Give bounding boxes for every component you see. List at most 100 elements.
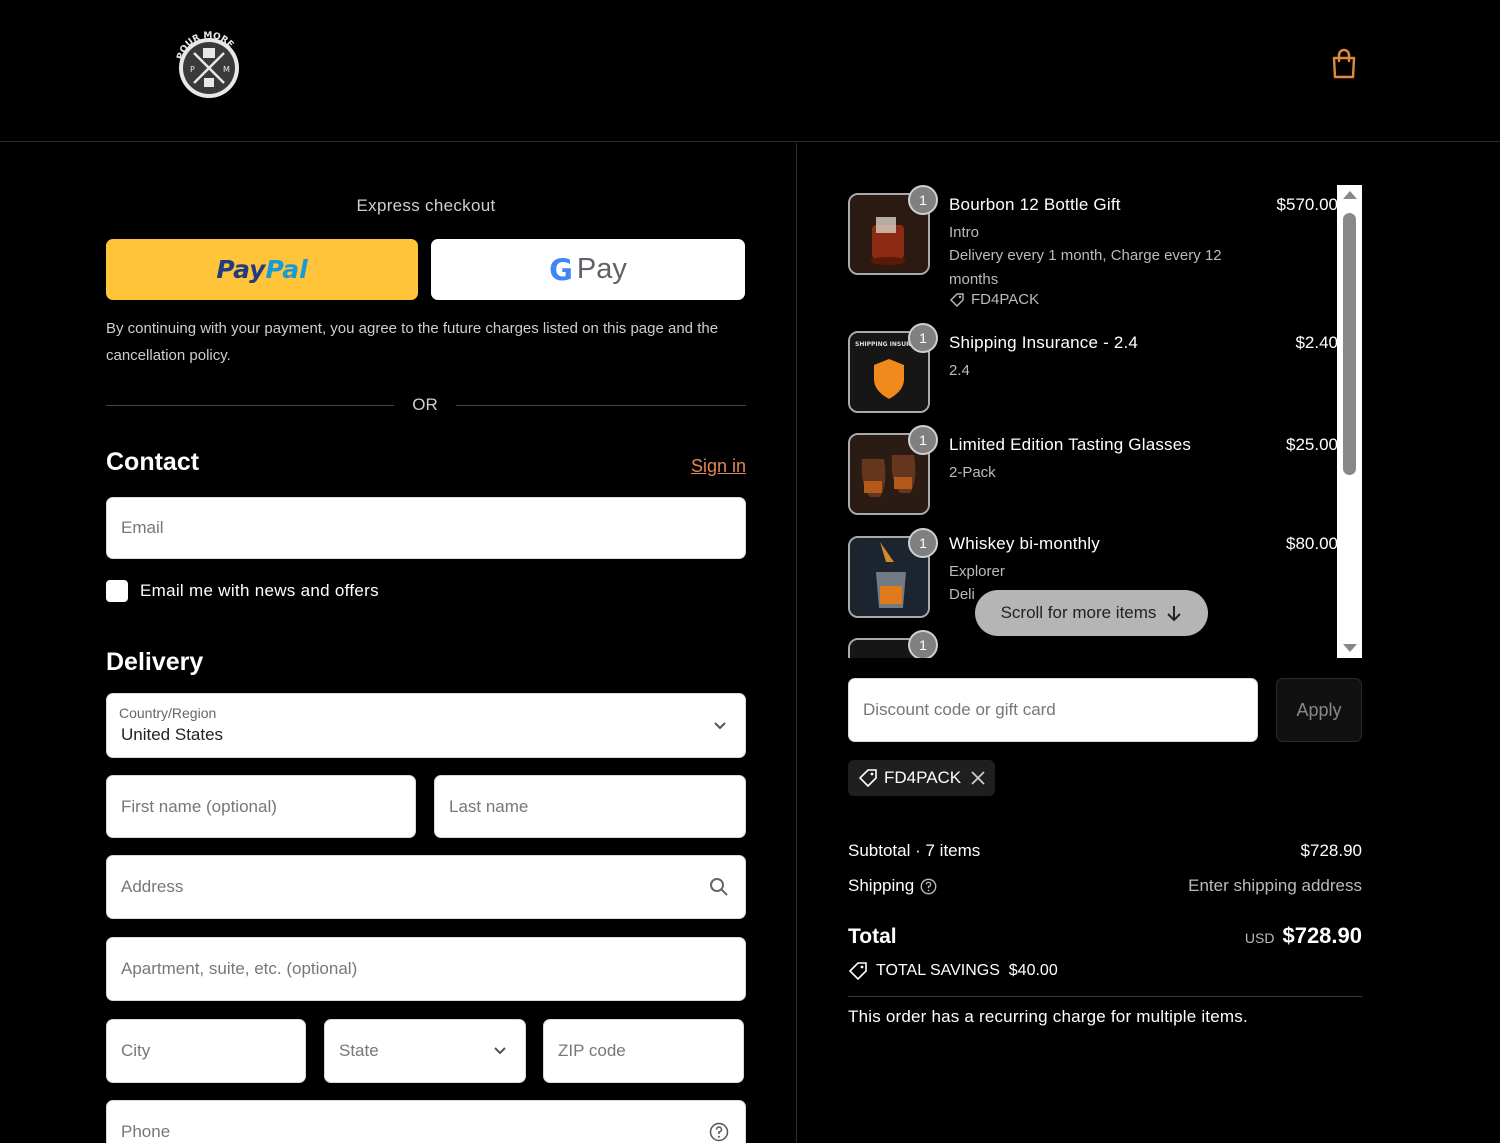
shipping-label: Shipping bbox=[848, 876, 915, 895]
newsletter-option[interactable]: Email me with news and offers bbox=[106, 580, 379, 602]
item-discount-code: FD4PACK bbox=[971, 291, 1040, 308]
item-variant: Intro bbox=[949, 224, 980, 241]
paypal-button[interactable]: Pay Pal bbox=[106, 239, 418, 300]
cart-item: SHIPPING INSURA 1 Shipping Insurance - 2… bbox=[848, 323, 1338, 419]
quantity-badge: 1 bbox=[908, 323, 938, 353]
shopping-bag-icon[interactable] bbox=[1329, 48, 1359, 80]
help-icon[interactable] bbox=[709, 1122, 729, 1142]
scroll-for-more-button[interactable]: Scroll for more items bbox=[975, 590, 1208, 636]
email-field[interactable] bbox=[106, 497, 746, 559]
pour-more-logo[interactable]: POUR MORE P M bbox=[172, 28, 246, 102]
total-value: $728.90 bbox=[1282, 923, 1362, 948]
item-name: Whiskey bi-monthly bbox=[949, 534, 1100, 553]
city-input[interactable] bbox=[107, 1020, 305, 1082]
cart-items-list[interactable]: 1 Bourbon 12 Bottle Gift Intro Delivery … bbox=[848, 185, 1362, 658]
country-label: Country/Region bbox=[119, 705, 217, 721]
total-label: Total bbox=[848, 925, 897, 948]
cart-item: 1 Limited Edition Tasting Glasses 2-Pack… bbox=[848, 425, 1338, 521]
currency-code: USD bbox=[1244, 930, 1275, 946]
first-name-input[interactable] bbox=[107, 776, 415, 837]
google-pay-button[interactable]: G Pay bbox=[431, 239, 745, 300]
first-name-field[interactable] bbox=[106, 775, 416, 838]
summary-divider bbox=[848, 996, 1362, 997]
total-savings-text: TOTAL SAVINGS $40.00 bbox=[876, 962, 1058, 979]
checkout-form: Express checkout Pay Pal G Pay By continu… bbox=[106, 143, 746, 1143]
google-g-icon: G bbox=[549, 252, 573, 287]
state-select[interactable]: State bbox=[324, 1019, 526, 1083]
item-price: $2.40 bbox=[1295, 333, 1338, 352]
zip-input[interactable] bbox=[544, 1020, 743, 1082]
scrollbar-thumb[interactable] bbox=[1343, 213, 1356, 475]
scroll-down-arrow[interactable] bbox=[1343, 644, 1357, 652]
remove-discount-icon[interactable] bbox=[971, 771, 985, 785]
address-input[interactable] bbox=[107, 856, 745, 918]
cart-item: 1 Bourbon 12 Bottle Gift Intro Delivery … bbox=[848, 185, 1338, 315]
tag-icon bbox=[858, 769, 877, 788]
quantity-badge: 1 bbox=[908, 528, 938, 558]
express-checkout-title: Express checkout bbox=[356, 196, 496, 215]
item-name: Bourbon 12 Bottle Gift bbox=[949, 195, 1121, 214]
quantity-badge: 1 bbox=[908, 630, 938, 658]
column-divider bbox=[796, 143, 797, 1143]
apartment-field[interactable] bbox=[106, 937, 746, 1001]
chevron-down-icon bbox=[714, 721, 726, 729]
state-placeholder: State bbox=[339, 1041, 379, 1060]
header: POUR MORE P M bbox=[0, 0, 1500, 142]
item-price: $25.00 bbox=[1286, 435, 1338, 454]
total-value-group: USD $728.90 bbox=[1245, 923, 1362, 949]
or-separator: OR bbox=[106, 395, 746, 415]
discount-field[interactable] bbox=[848, 678, 1258, 742]
item-variant: Explorer bbox=[949, 563, 1005, 580]
cart-scrollbar[interactable] bbox=[1337, 185, 1362, 658]
item-variant: 2.4 bbox=[949, 362, 970, 379]
paypal-logo-pay: Pay bbox=[216, 255, 266, 284]
help-icon[interactable] bbox=[920, 878, 937, 895]
chevron-down-icon bbox=[494, 1047, 506, 1055]
item-subscription: Delivery every 1 month, Charge every 12 … bbox=[949, 247, 1222, 288]
subtotal-value: $728.90 bbox=[1300, 841, 1362, 860]
shipping-row: Shipping Enter shipping address bbox=[848, 876, 1362, 900]
shipping-value: Enter shipping address bbox=[1188, 876, 1362, 895]
email-input[interactable] bbox=[107, 498, 745, 558]
tag-icon bbox=[848, 962, 867, 981]
svg-text:SHIPPING INSURA: SHIPPING INSURA bbox=[855, 341, 916, 348]
applied-discount-chip: FD4PACK bbox=[848, 760, 996, 796]
arrow-down-icon bbox=[1167, 606, 1182, 622]
item-discount: FD4PACK bbox=[949, 291, 1039, 308]
item-name: Shipping Insurance - 2.4 bbox=[949, 333, 1139, 352]
or-label: OR bbox=[412, 395, 438, 414]
paypal-logo-pal: Pal bbox=[265, 255, 308, 284]
subtotal-row: Subtotal · 7 items $728.90 bbox=[848, 841, 1362, 865]
delivery-title: Delivery bbox=[106, 648, 204, 676]
last-name-input[interactable] bbox=[435, 776, 745, 837]
recurring-charge-note: This order has a recurring charge for mu… bbox=[848, 1007, 1248, 1026]
scroll-up-arrow[interactable] bbox=[1343, 191, 1357, 199]
city-field[interactable] bbox=[106, 1019, 306, 1083]
search-icon[interactable] bbox=[709, 877, 729, 897]
quantity-badge: 1 bbox=[908, 185, 938, 215]
discount-input[interactable] bbox=[849, 679, 1257, 741]
newsletter-label: Email me with news and offers bbox=[140, 581, 379, 600]
total-savings: TOTAL SAVINGS $40.00 bbox=[848, 961, 1058, 981]
address-field[interactable] bbox=[106, 855, 746, 919]
apply-button[interactable]: Apply bbox=[1276, 678, 1362, 742]
newsletter-checkbox[interactable] bbox=[106, 580, 128, 602]
sign-in-link[interactable]: Sign in bbox=[691, 456, 746, 477]
phone-input[interactable] bbox=[107, 1101, 745, 1143]
applied-discount-code: FD4PACK bbox=[884, 768, 962, 787]
item-variant: 2-Pack bbox=[949, 464, 996, 481]
apartment-input[interactable] bbox=[107, 938, 745, 1000]
svg-text:P: P bbox=[190, 65, 195, 74]
zip-field[interactable] bbox=[543, 1019, 744, 1083]
item-price: $570.00 bbox=[1276, 195, 1338, 214]
order-summary: 1 Bourbon 12 Bottle Gift Intro Delivery … bbox=[848, 143, 1362, 1143]
last-name-field[interactable] bbox=[434, 775, 746, 838]
scroll-hint-label: Scroll for more items bbox=[1000, 603, 1157, 622]
country-select[interactable]: Country/Region United States bbox=[106, 693, 746, 758]
item-name: Limited Edition Tasting Glasses bbox=[949, 435, 1192, 454]
shipping-label-group: Shipping bbox=[848, 876, 937, 896]
quantity-badge: 1 bbox=[908, 425, 938, 455]
svg-text:M: M bbox=[223, 65, 230, 74]
phone-field[interactable] bbox=[106, 1100, 746, 1143]
contact-title: Contact bbox=[106, 448, 200, 476]
